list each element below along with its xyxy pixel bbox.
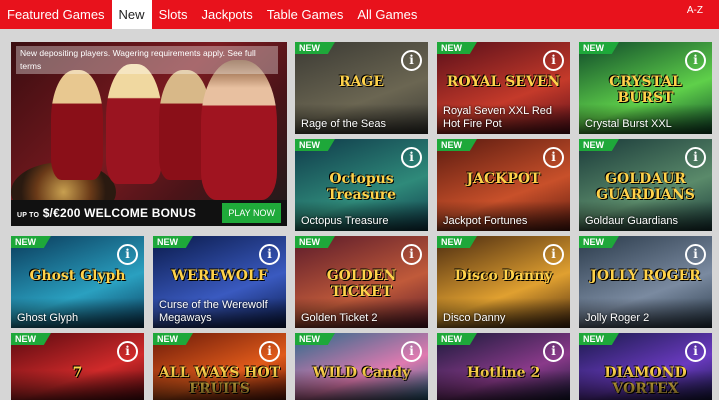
tile-shade xyxy=(295,370,428,400)
game-tile[interactable]: Octopus Treasure NEW i Octopus Treasure xyxy=(295,139,428,231)
play-now-button[interactable]: PLAY NOW xyxy=(222,203,281,223)
game-logo: ROYAL SEVEN xyxy=(446,74,561,90)
game-title: Octopus Treasure xyxy=(301,215,389,227)
game-title: Goldaur Guardians xyxy=(585,215,678,227)
game-tile[interactable]: ROYAL SEVEN NEW i Royal Seven XXL Red Hot F… xyxy=(437,42,570,134)
game-logo: Ghost Glyph xyxy=(29,268,126,284)
bonus-headline: $/€200 WELCOME BONUS xyxy=(42,206,197,220)
promo-terms-notice[interactable]: New depositing players. Wagering require… xyxy=(16,46,278,74)
tile-shade xyxy=(11,370,144,400)
game-title: Disco Danny xyxy=(443,312,506,324)
game-title: Jackpot Fortunes xyxy=(443,215,528,227)
game-logo: GOLDAUR GUARDIANS xyxy=(596,171,695,203)
info-icon[interactable]: i xyxy=(117,341,138,362)
game-logo: JOLLY ROGER xyxy=(590,268,701,284)
game-logo: RAGE xyxy=(338,74,385,90)
game-logo: WEREWOLF xyxy=(171,268,268,284)
game-title: Golden Ticket 2 xyxy=(301,312,378,324)
info-icon[interactable]: i xyxy=(543,244,564,265)
tile-shade xyxy=(579,370,712,400)
game-tile[interactable]: RAGE NEW i Rage of the Seas xyxy=(295,42,428,134)
tile-shade xyxy=(153,370,286,400)
info-icon[interactable]: i xyxy=(117,244,138,265)
info-icon[interactable]: i xyxy=(685,244,706,265)
game-tile[interactable]: GOLDEN TICKET NEW i Golden Ticket 2 xyxy=(295,236,428,328)
info-icon[interactable]: i xyxy=(685,50,706,71)
bonus-prefix: UP TO xyxy=(17,212,40,219)
info-icon[interactable]: i xyxy=(401,147,422,168)
game-tile[interactable]: ALL WAYS HOT FRUITSNEWi xyxy=(153,333,286,400)
info-icon[interactable]: i xyxy=(685,147,706,168)
game-title: Royal Seven XXL Red Hot Fire Pot xyxy=(443,105,553,130)
tab-all-games[interactable]: All Games xyxy=(350,0,424,29)
info-icon[interactable]: i xyxy=(543,341,564,362)
top-navigation: Featured Games New Slots Jackpots Table … xyxy=(0,0,719,29)
game-title: Curse of the Werewolf Megaways xyxy=(159,299,268,324)
game-logo: JACKPOT xyxy=(466,171,541,187)
game-title: Jolly Roger 2 xyxy=(585,312,650,324)
game-tile[interactable]: CRYSTAL BURST NEW i Crystal Burst XXL xyxy=(579,42,712,134)
game-logo: GOLDEN TICKET xyxy=(326,268,397,300)
promo-hostess-image xyxy=(106,64,162,184)
tab-new[interactable]: New xyxy=(111,0,152,29)
game-tile[interactable]: WILD CandyNEWi xyxy=(295,333,428,400)
game-title: Crystal Burst XXL xyxy=(585,118,672,130)
game-title: Rage of the Seas xyxy=(301,118,387,130)
game-tile[interactable]: Disco Danny NEW i Disco Danny xyxy=(437,236,570,328)
info-icon[interactable]: i xyxy=(543,147,564,168)
info-icon[interactable]: i xyxy=(685,341,706,362)
game-tile[interactable]: 7NEWi xyxy=(11,333,144,400)
game-tile[interactable]: JOLLY ROGER NEW i Jolly Roger 2 xyxy=(579,236,712,328)
game-tile[interactable]: WEREWOLF NEW i Curse of the Werewolf Megawa… xyxy=(153,236,286,328)
info-icon[interactable]: i xyxy=(259,244,280,265)
sort-az-toggle[interactable]: A-Z xyxy=(687,0,703,29)
game-logo: Disco Danny xyxy=(454,268,553,284)
promo-bonus-bar: UP TO $/€200 WELCOME BONUS PLAY NOW xyxy=(11,200,287,226)
game-tile[interactable]: GOLDAUR GUARDIANS NEW i Goldaur Guardians xyxy=(579,139,712,231)
tab-featured-games[interactable]: Featured Games xyxy=(0,0,112,29)
promo-hostess-image xyxy=(201,60,277,200)
tab-table-games[interactable]: Table Games xyxy=(260,0,351,29)
tab-jackpots[interactable]: Jackpots xyxy=(194,0,259,29)
game-tile[interactable]: Hotline 2NEWi xyxy=(437,333,570,400)
game-logo: CRYSTAL BURST xyxy=(609,74,682,106)
game-tile[interactable]: Ghost Glyph NEW i Ghost Glyph xyxy=(11,236,144,328)
welcome-bonus-banner[interactable]: New depositing players. Wagering require… xyxy=(11,42,287,226)
tile-shade xyxy=(437,370,570,400)
promo-hostess-image xyxy=(51,70,103,180)
info-icon[interactable]: i xyxy=(259,341,280,362)
game-title: Ghost Glyph xyxy=(17,312,79,324)
game-logo: Octopus Treasure xyxy=(326,171,397,203)
game-tile[interactable]: DIAMOND VORTEXNEWi xyxy=(579,333,712,400)
tab-slots[interactable]: Slots xyxy=(152,0,195,29)
info-icon[interactable]: i xyxy=(401,341,422,362)
info-icon[interactable]: i xyxy=(401,244,422,265)
info-icon[interactable]: i xyxy=(543,50,564,71)
info-icon[interactable]: i xyxy=(401,50,422,71)
game-tile[interactable]: JACKPOT NEW i Jackpot Fortunes xyxy=(437,139,570,231)
